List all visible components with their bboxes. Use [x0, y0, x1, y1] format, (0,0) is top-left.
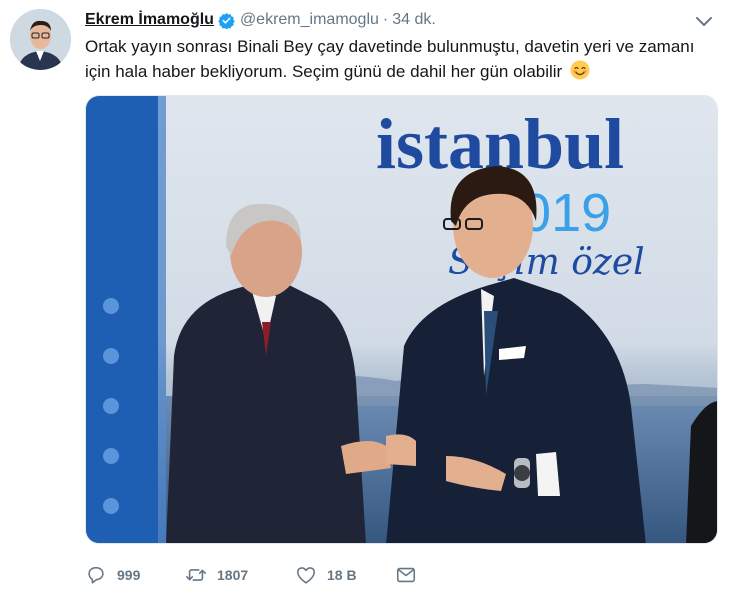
tweet-header: Ekrem İmamoğlu @ekrem_imamoglu · 34 dk. [85, 9, 436, 31]
like-button[interactable]: 18 B [295, 564, 395, 586]
avatar[interactable] [10, 9, 71, 70]
heart-icon [296, 567, 316, 584]
reply-button[interactable]: 999 [85, 564, 185, 586]
author-name[interactable]: Ekrem İmamoğlu [85, 11, 214, 29]
tweet-actions: 999 1807 18 B [85, 562, 435, 588]
tweet-photo[interactable]: istanbul 2019 Seçim özel [85, 95, 718, 544]
envelope-icon [396, 567, 416, 583]
tweet-text: Ortak yayın sonrası Binali Bey çay davet… [85, 37, 695, 81]
retweet-icon [186, 569, 206, 581]
reply-icon [88, 566, 104, 584]
reply-count: 999 [117, 567, 141, 583]
like-count: 18 B [327, 567, 357, 583]
retweet-count: 1807 [217, 567, 249, 583]
direct-message-button[interactable] [395, 564, 435, 586]
author-handle[interactable]: @ekrem_imamoglu [240, 11, 379, 29]
chevron-down-icon[interactable] [693, 12, 715, 32]
tweet-text-container: Ortak yayın sonrası Binali Bey çay davet… [85, 34, 705, 84]
tweet[interactable]: Ekrem İmamoğlu @ekrem_imamoglu · 34 dk. … [0, 0, 730, 596]
timestamp[interactable]: 34 dk. [392, 11, 436, 29]
separator-dot: · [382, 11, 389, 28]
retweet-button[interactable]: 1807 [185, 564, 295, 586]
smiling-face-emoji-icon [570, 60, 590, 80]
verified-badge-icon [218, 12, 235, 29]
